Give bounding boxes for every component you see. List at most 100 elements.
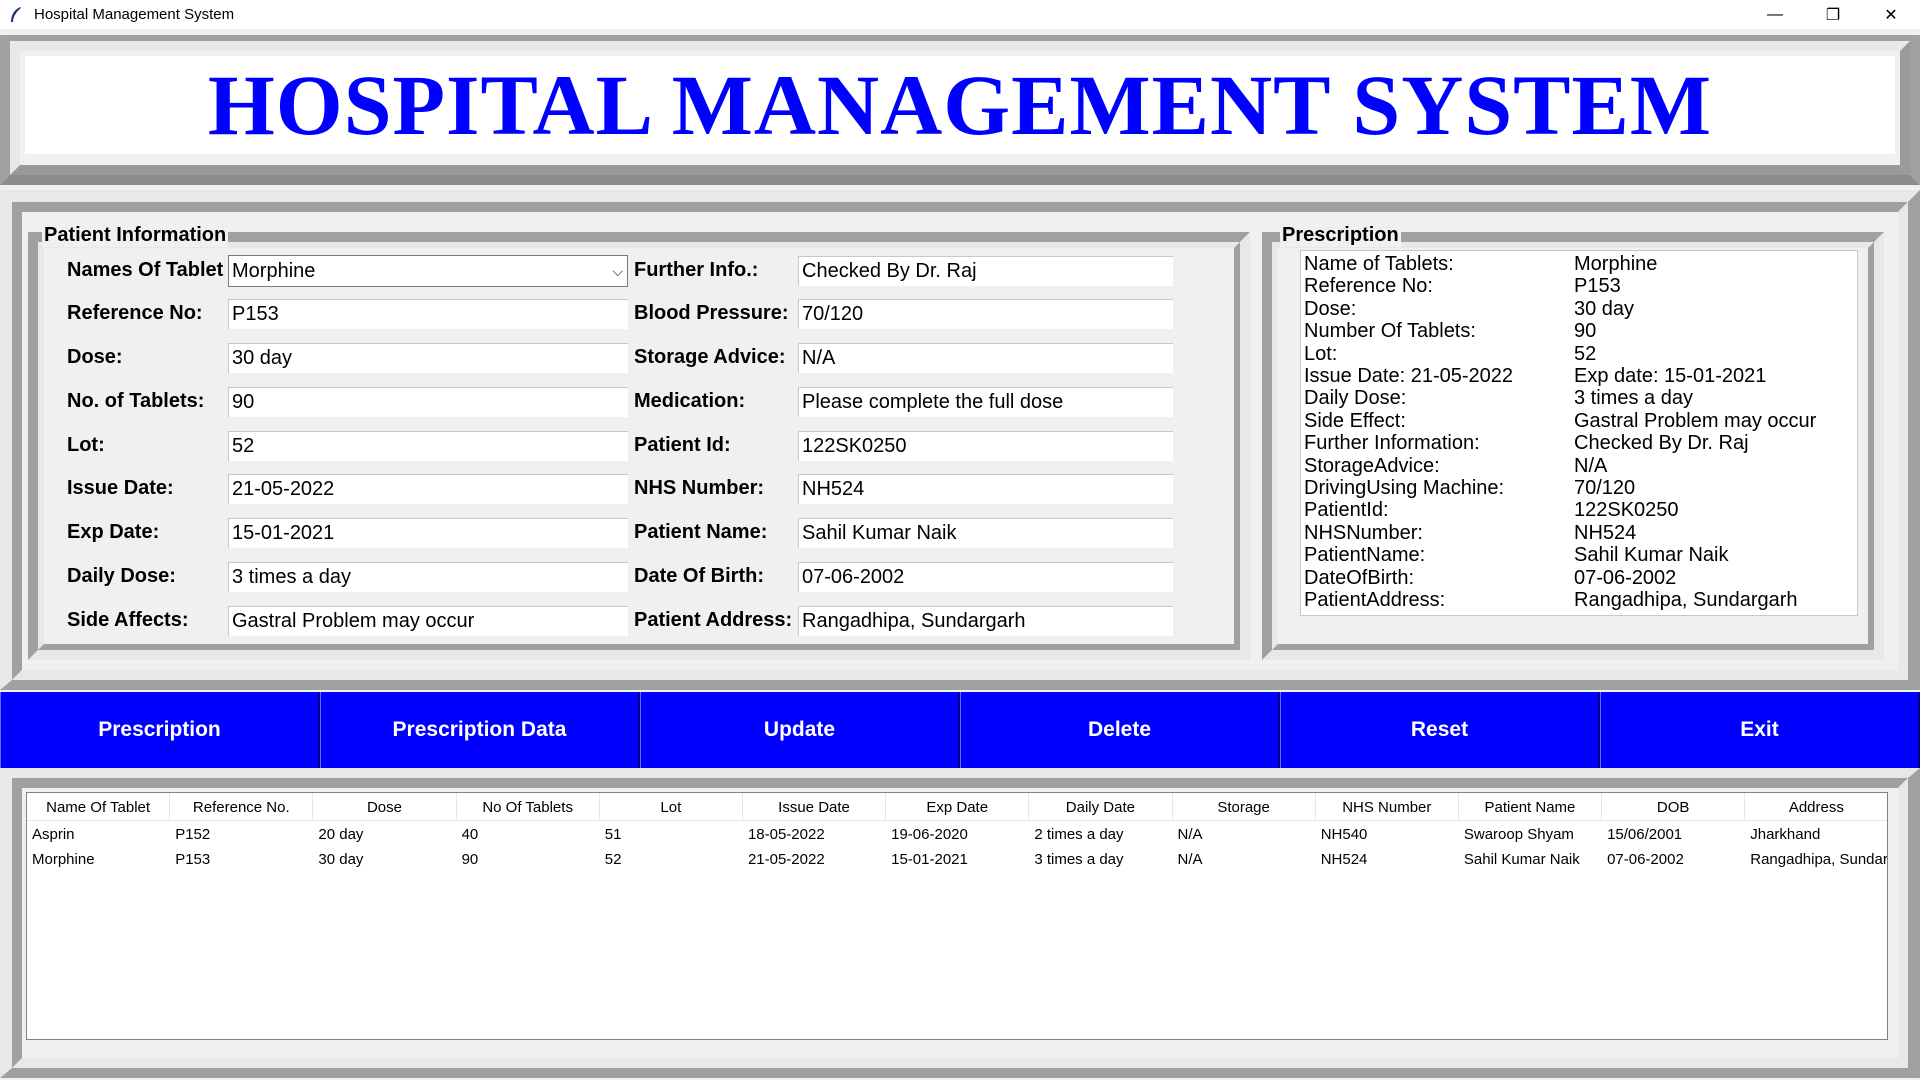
left-field-input[interactable]: 3 times a day xyxy=(228,562,628,592)
right-field-input[interactable]: N/A xyxy=(798,343,1173,373)
left-field-label: Reference No: xyxy=(67,302,203,324)
prescription-line-key: Dose: xyxy=(1304,297,1357,320)
prescription-line-value: 3 times a day xyxy=(1574,387,1693,410)
right-field-input[interactable]: 122SK0250 xyxy=(798,431,1173,461)
combobox-value: Morphine xyxy=(232,260,316,282)
table-cell: 3 times a day xyxy=(1034,851,1124,868)
minimize-button[interactable]: — xyxy=(1746,0,1804,29)
table-cell: Swaroop Shyam xyxy=(1463,826,1574,843)
left-field-input[interactable]: 21-05-2022 xyxy=(228,474,628,504)
prescription-line-value: Morphine xyxy=(1574,253,1658,275)
chevron-down-icon[interactable]: ⌵ xyxy=(612,256,623,286)
left-field-input[interactable]: 52 xyxy=(228,431,628,461)
left-field-label: No. of Tablets: xyxy=(67,390,205,412)
right-field-input[interactable]: Rangadhipa, Sundargarh xyxy=(798,606,1173,636)
column-header[interactable]: Dose xyxy=(313,793,457,821)
right-field-input[interactable]: Checked By Dr. Raj xyxy=(798,256,1173,286)
prescription-line-value: P153 xyxy=(1574,275,1621,298)
window-titlebar: Hospital Management System — ❐ ✕ xyxy=(0,0,1920,29)
right-field-input[interactable]: 07-06-2002 xyxy=(798,562,1173,592)
table-cell: 07-06-2002 xyxy=(1607,851,1684,868)
prescription-line-value: 90 xyxy=(1574,320,1597,343)
table-cell: Morphine xyxy=(32,851,95,868)
table-cell: 20 day xyxy=(318,826,364,843)
prescription-table[interactable]: Name Of Tablet Reference No. Dose No Of Tab… xyxy=(26,792,1888,1040)
column-header[interactable]: Reference No. xyxy=(170,793,314,821)
prescription-line-key: StorageAdvice: xyxy=(1304,454,1440,477)
table-row[interactable]: Asprin P152 20 day 40 51 18-05-2022 19-06-2020… xyxy=(27,823,1887,847)
table-cell: NH540 xyxy=(1320,826,1368,843)
table-cell: 15/06/2001 xyxy=(1607,826,1683,843)
close-button[interactable]: ✕ xyxy=(1862,0,1920,29)
reset-button[interactable]: Reset xyxy=(1280,692,1600,768)
column-header[interactable]: Storage xyxy=(1173,793,1316,821)
left-field-input[interactable]: P153 xyxy=(228,299,628,329)
right-field-label: Patient Id: xyxy=(634,434,731,456)
action-button-bar: Prescription Prescription Data Update De… xyxy=(0,692,1920,768)
right-field-label: Blood Pressure: xyxy=(634,302,789,324)
prescription-line-value: 70/120 xyxy=(1574,477,1636,499)
prescription-line-key: Further Information: xyxy=(1304,432,1480,455)
column-header[interactable]: Lot xyxy=(600,793,743,821)
prescription-line-value: Rangadhipa, Sundargarh xyxy=(1574,589,1798,611)
prescription-data-button[interactable]: Prescription Data xyxy=(320,692,640,768)
delete-button[interactable]: Delete xyxy=(960,692,1280,768)
prescription-label: Prescription xyxy=(1280,224,1401,247)
table-cell: 19-06-2020 xyxy=(891,826,968,843)
left-field-input[interactable]: 15-01-2021 xyxy=(228,518,628,548)
tablet-name-combobox[interactable]: Morphine ⌵ xyxy=(228,255,628,287)
left-field-label: Side Affects: xyxy=(67,609,189,631)
table-cell: 2 times a day xyxy=(1034,826,1124,843)
table-cell: Jharkhand xyxy=(1750,826,1821,843)
exit-button[interactable]: Exit xyxy=(1600,692,1920,768)
right-field-input[interactable]: Please complete the full dose xyxy=(798,387,1173,417)
right-field-label: Date Of Birth: xyxy=(634,565,764,587)
prescription-line-key: DrivingUsing Machine: xyxy=(1304,477,1505,499)
table-cell: N/A xyxy=(1177,826,1203,843)
column-header[interactable]: Name Of Tablet xyxy=(27,793,171,821)
column-header[interactable]: Daily Date xyxy=(1029,793,1173,821)
column-header[interactable]: Exp Date xyxy=(886,793,1030,821)
left-field-input[interactable]: 90 xyxy=(228,387,628,417)
column-header[interactable]: DOB xyxy=(1602,793,1746,821)
right-field-label: Storage Advice: xyxy=(634,346,786,368)
table-cell: 52 xyxy=(604,851,622,868)
column-header[interactable]: Patient Name xyxy=(1459,793,1603,821)
prescription-line-key: NHSNumber: xyxy=(1304,521,1423,544)
prescription-line-key: Issue Date: 21-05-2022 xyxy=(1304,365,1514,387)
prescription-line-key: PatientId: xyxy=(1304,499,1389,522)
table-cell: NH524 xyxy=(1320,851,1368,868)
prescription-line-key: Daily Dose: xyxy=(1304,387,1407,410)
right-field-input[interactable]: 70/120 xyxy=(798,299,1173,329)
table-cell: Asprin xyxy=(32,826,75,843)
column-header[interactable]: Address xyxy=(1745,793,1887,821)
prescription-line-value: Exp date: 15-01-2021 xyxy=(1574,365,1767,387)
left-field-label: Issue Date: xyxy=(67,477,174,499)
prescription-line-key: Name of Tablets: xyxy=(1304,253,1454,275)
left-field-label: Lot: xyxy=(67,434,105,456)
right-field-input[interactable]: Sahil Kumar Naik xyxy=(798,518,1173,548)
table-row[interactable]: Morphine P153 30 day 90 52 21-05-2022 15-01-20… xyxy=(27,848,1887,872)
left-field-input[interactable]: 30 day xyxy=(228,343,628,373)
header-banner: HOSPITAL MANAGEMENT SYSTEM xyxy=(25,56,1895,154)
column-header[interactable]: No Of Tablets xyxy=(457,793,600,821)
patient-info-label: Patient Information xyxy=(42,224,229,247)
right-field-input[interactable]: NH524 xyxy=(798,474,1173,504)
table-cell: P152 xyxy=(175,826,211,843)
prescription-line-value: 122SK0250 xyxy=(1574,499,1679,522)
prescription-line-key: Number Of Tablets: xyxy=(1304,320,1476,343)
column-header[interactable]: NHS Number xyxy=(1316,793,1459,821)
left-field-label: Names Of Tablet xyxy=(67,259,224,281)
prescription-line-value: Gastral Problem may occur xyxy=(1574,409,1817,432)
prescription-button[interactable]: Prescription xyxy=(0,692,320,768)
left-field-input[interactable]: Gastral Problem may occur xyxy=(228,606,628,636)
table-cell: 40 xyxy=(461,826,479,843)
table-cell: N/A xyxy=(1177,851,1203,868)
prescription-line-value: 07-06-2002 xyxy=(1574,566,1677,589)
prescription-line-key: Lot: xyxy=(1304,342,1338,365)
restore-button[interactable]: ❐ xyxy=(1804,0,1862,29)
prescription-line-key: DateOfBirth: xyxy=(1304,566,1415,589)
update-button[interactable]: Update xyxy=(640,692,960,768)
prescription-line-key: Reference No: xyxy=(1304,275,1433,298)
column-header[interactable]: Issue Date xyxy=(743,793,887,821)
